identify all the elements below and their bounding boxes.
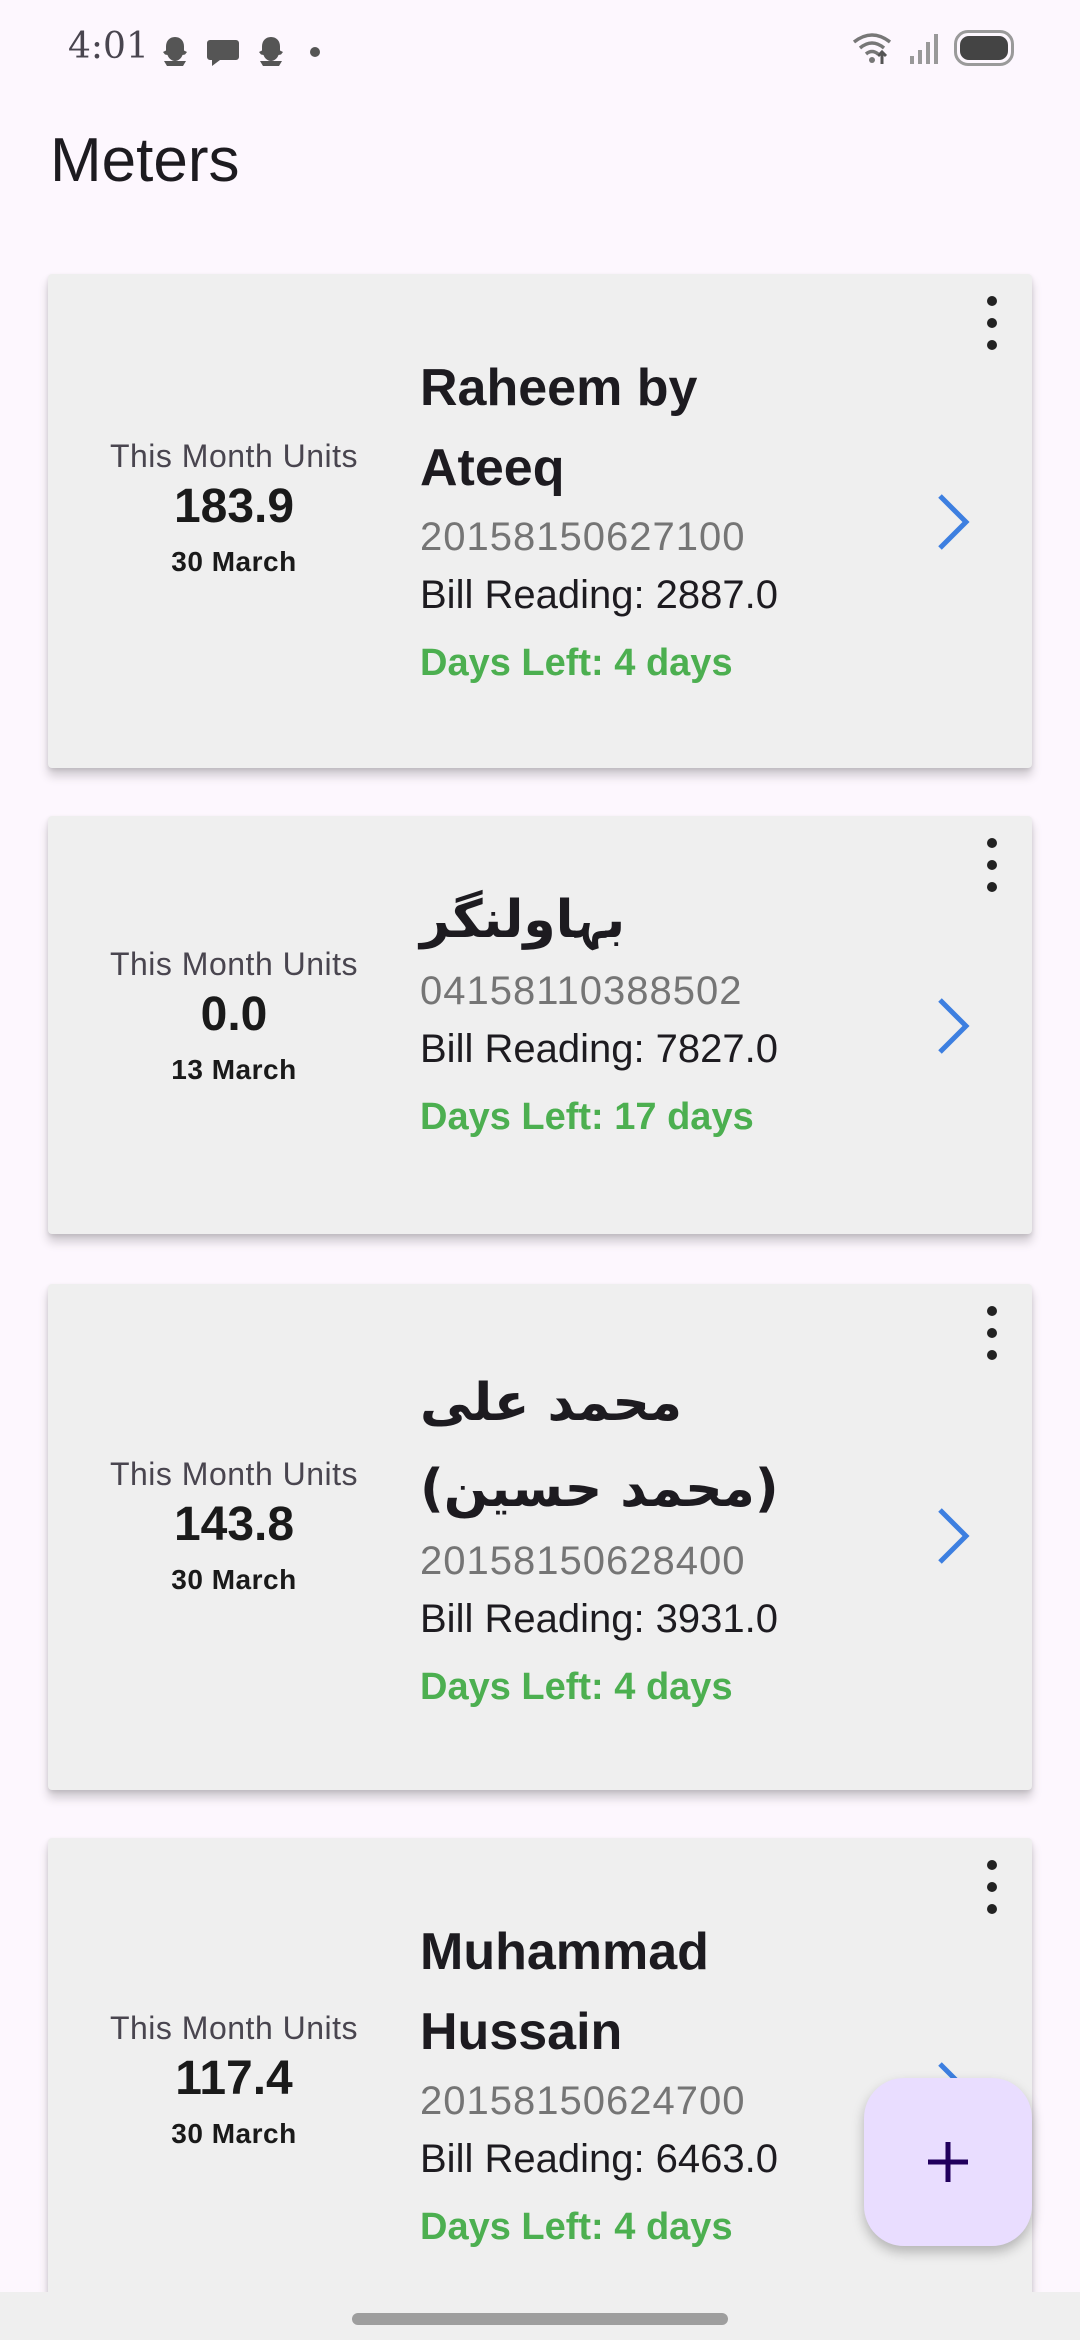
- notification-icons: [156, 34, 330, 70]
- days-left: Days Left: 4 days: [420, 1666, 733, 1708]
- meter-name: بہاولنگر: [420, 890, 626, 950]
- meter-number: 04158110388502: [420, 969, 743, 1013]
- meter-name: Raheem by Ateeq: [420, 359, 698, 497]
- bill-reading: Bill Reading: 6463.0: [420, 2137, 779, 2181]
- meter-number: 20158150627100: [420, 515, 746, 559]
- units-value: 183.9: [173, 480, 295, 533]
- units-label: This Month Units: [109, 1456, 359, 1492]
- page-title: Meters: [50, 126, 240, 195]
- chevron-right-icon[interactable]: [932, 996, 972, 1056]
- meter-name: Muhammad Hussain: [420, 1923, 709, 2061]
- meter-card[interactable]: This Month Units 143.8 30 March محمد علی…: [48, 1284, 1032, 1790]
- meter-number: 20158150628400: [420, 1539, 746, 1583]
- bill-reading: Bill Reading: 3931.0: [420, 1597, 779, 1641]
- more-options-icon[interactable]: [982, 296, 1002, 350]
- units-summary: This Month Units 117.4 30 March: [48, 2010, 420, 2150]
- chevron-right-icon[interactable]: [932, 492, 972, 552]
- days-left: Days Left: 4 days: [420, 2206, 733, 2248]
- units-label: This Month Units: [109, 946, 359, 982]
- units-label: This Month Units: [109, 438, 359, 474]
- units-value: 143.8: [173, 1498, 295, 1551]
- units-value: 117.4: [175, 2052, 293, 2105]
- units-summary: This Month Units 0.0 13 March: [48, 946, 420, 1086]
- meter-number: 20158150624700: [420, 2079, 746, 2123]
- signal-icon: [910, 34, 938, 64]
- reading-date: 13 March: [171, 1054, 297, 1085]
- meter-card[interactable]: This Month Units 183.9 30 March Raheem b…: [48, 274, 1032, 768]
- meter-details: محمد علی (محمد حسین) 20158150628400 Bill…: [420, 1360, 890, 1716]
- dot-icon: [310, 47, 320, 57]
- wifi-icon: [852, 33, 892, 64]
- meter-details: Muhammad Hussain 20158150624700 Bill Rea…: [420, 1912, 890, 2256]
- more-options-icon[interactable]: [982, 1860, 1002, 1914]
- days-left: Days Left: 4 days: [420, 642, 733, 684]
- status-bar: 4:01: [0, 0, 1080, 100]
- meter-name: محمد علی (محمد حسین): [420, 1373, 779, 1519]
- meter-details: بہاولنگر 04158110388502 Bill Reading: 78…: [420, 890, 890, 1146]
- snapchat-icon: [163, 37, 187, 66]
- bill-reading: Bill Reading: 2887.0: [420, 573, 779, 617]
- reading-date: 30 March: [171, 546, 297, 577]
- reading-date: 30 March: [171, 2118, 297, 2149]
- chat-icon: [207, 40, 239, 66]
- meter-card[interactable]: This Month Units 0.0 13 March بہاولنگر 0…: [48, 816, 1032, 1234]
- system-icons: [850, 30, 1014, 66]
- reading-date: 30 March: [171, 1564, 297, 1595]
- add-meter-button[interactable]: [864, 2078, 1032, 2246]
- plus-icon: [928, 2142, 968, 2182]
- units-value: 0.0: [200, 988, 268, 1041]
- units-label: This Month Units: [109, 2010, 359, 2046]
- meter-details: Raheem by Ateeq 20158150627100 Bill Read…: [420, 348, 890, 692]
- snapchat-icon: [259, 37, 283, 66]
- bill-reading: Bill Reading: 7827.0: [420, 1027, 779, 1071]
- more-options-icon[interactable]: [982, 1306, 1002, 1360]
- gesture-handle[interactable]: [352, 2313, 728, 2325]
- units-summary: This Month Units 143.8 30 March: [48, 1456, 420, 1596]
- days-left: Days Left: 17 days: [420, 1096, 754, 1138]
- battery-icon: [954, 30, 1014, 66]
- chevron-right-icon[interactable]: [932, 1506, 972, 1566]
- status-time: 4:01: [68, 26, 149, 67]
- units-summary: This Month Units 183.9 30 March: [48, 438, 420, 578]
- more-options-icon[interactable]: [982, 838, 1002, 892]
